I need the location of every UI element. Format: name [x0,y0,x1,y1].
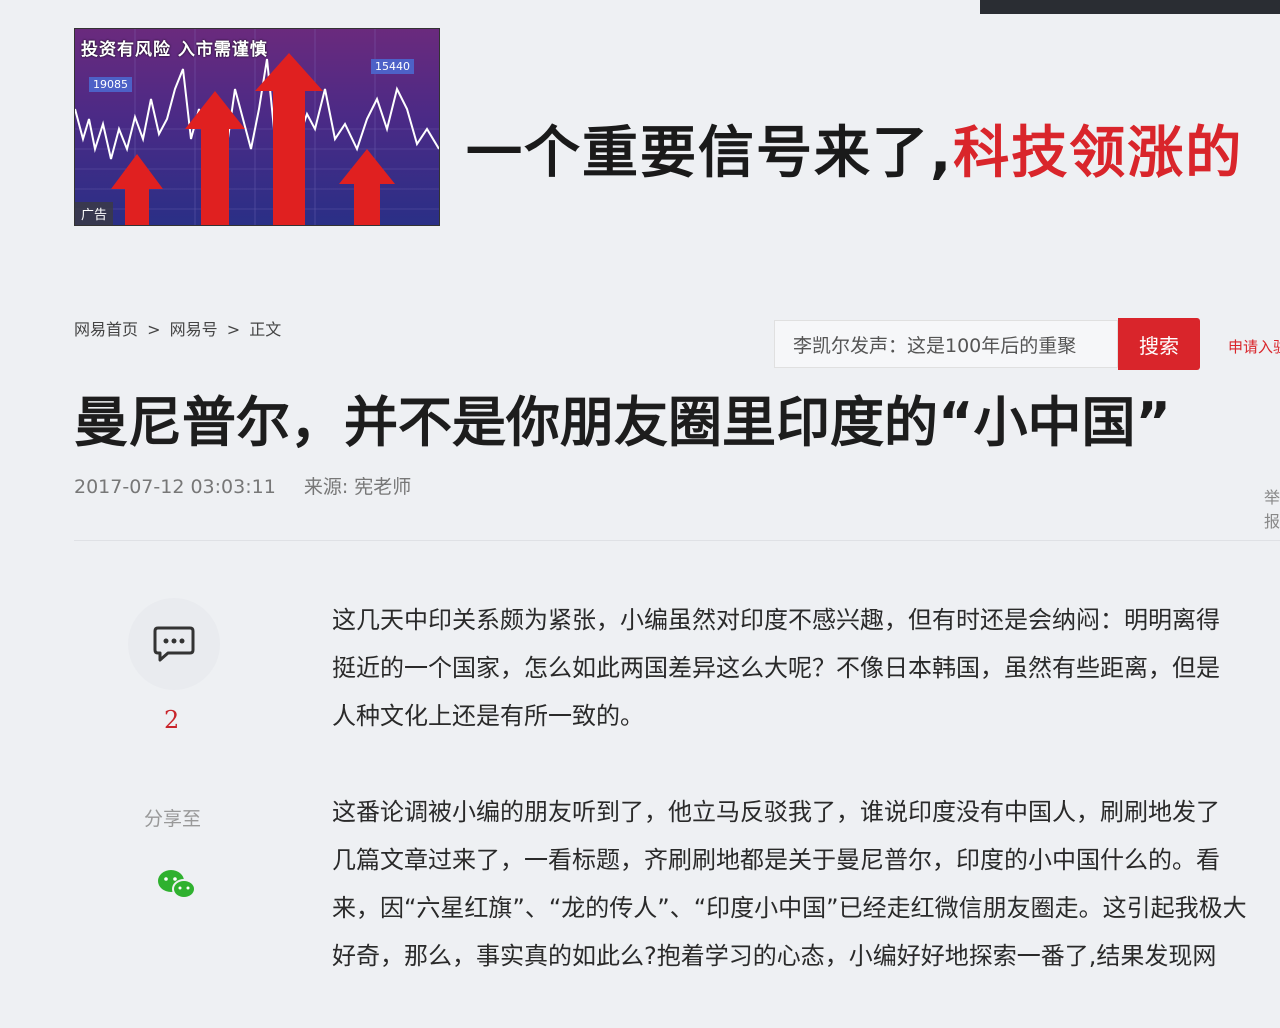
wechat-icon [158,870,196,899]
paragraph-line: 来，因“六星红旗”、“龙的传人”、“印度小中国”已经走红微信朋友圈走。这引起我极… [332,894,1247,922]
publish-date: 2017-07-12 03:03:11 [74,476,276,498]
ad-headline[interactable]: 一个重要信号来了,科技领涨的 [466,108,1243,189]
comment-button[interactable] [128,598,220,690]
breadcrumb-section-link[interactable]: 网易号 [170,320,218,339]
browser-chrome-strip [980,0,1280,14]
apply-join-link[interactable]: 申请入驻 [1228,336,1280,357]
search-button[interactable]: 搜索 [1118,318,1200,370]
breadcrumb: 网易首页 > 网易号 > 正文 [74,316,285,340]
article-title: 曼尼普尔，并不是你朋友圈里印度的“小中国” [74,391,1171,454]
ad-price-tag: 15440 [371,59,414,74]
comment-icon [153,626,195,662]
paragraph-line: 人种文化上还是有所一致的。 [332,702,644,730]
paragraph-line: 好奇，那么，事实真的如此么?抱着学习的心态，小编好好地探索一番了,结果发现网 [332,942,1217,970]
breadcrumb-separator: > [226,320,241,339]
article-meta: 2017-07-12 03:03:11 来源: 宪老师 [74,472,411,499]
ad-headline-red: 科技领涨的 [953,121,1244,186]
ad-headline-black: 一个重要信号来了, [466,121,954,186]
search-input[interactable] [775,321,1125,367]
ad-image[interactable]: 投资有风险 入市需谨慎 19085 15440 广告 [74,28,440,226]
report-link[interactable]: 举报 [1264,484,1280,532]
comment-count[interactable]: 2 [164,706,179,734]
search-box [774,320,1125,368]
article-source[interactable]: 来源: 宪老师 [304,476,411,498]
paragraph-line: 几篇文章过来了，一看标题，齐刷刷地都是关于曼尼普尔，印度的小中国什么的。看 [332,846,1220,874]
paragraph-line: 挺近的一个国家，怎么如此两国差异这么大呢？不像日本韩国，虽然有些距离，但是 [332,654,1220,682]
wechat-share-button[interactable] [156,868,198,906]
article-paragraph: 这番论调被小编的朋友听到了，他立马反驳我了，谁说印度没有中国人，刷刷地发了 几篇… [332,788,1280,980]
breadcrumb-home-link[interactable]: 网易首页 [74,320,138,339]
article-paragraph: 这几天中印关系颇为紧张，小编虽然对印度不感兴趣，但有时还是会纳闷：明明离得 挺近… [332,596,1280,740]
ad-risk-warning: 投资有风险 入市需谨慎 [81,40,268,60]
paragraph-line: 这几天中印关系颇为紧张，小编虽然对印度不感兴趣，但有时还是会纳闷：明明离得 [332,606,1220,634]
breadcrumb-separator: > [147,320,161,339]
divider [74,540,1280,541]
ad-price-tag: 19085 [89,77,132,92]
article-body: 这几天中印关系颇为紧张，小编虽然对印度不感兴趣，但有时还是会纳闷：明明离得 挺近… [332,596,1280,1028]
browser-top-edge [0,0,1280,14]
share-label: 分享至 [144,808,202,830]
ad-badge: 广告 [75,202,114,225]
breadcrumb-current: 正文 [249,320,282,339]
paragraph-line: 这番论调被小编的朋友听到了，他立马反驳我了，谁说印度没有中国人，刷刷地发了 [332,798,1220,826]
